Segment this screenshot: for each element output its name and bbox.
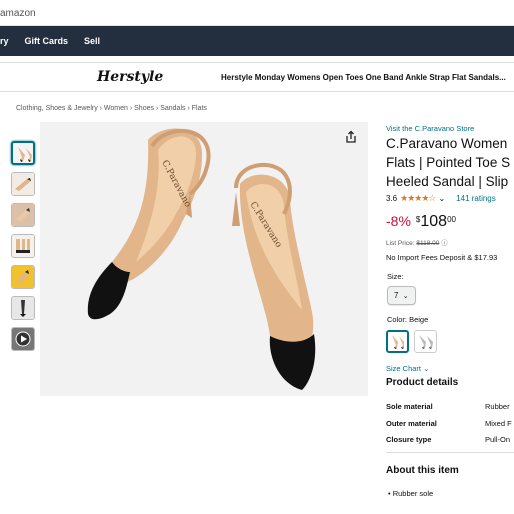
thumbnail-1[interactable] (11, 141, 35, 165)
details-value: Pull-On (485, 435, 511, 444)
price-whole: 108 (420, 213, 448, 230)
thumbnail-4[interactable] (11, 234, 35, 258)
sponsored-brand-strip[interactable]: Herstyle Herstyle Monday Womens Open Toe… (0, 62, 514, 92)
price-fraction: 00 (447, 215, 456, 224)
info-icon[interactable]: ⓘ (441, 240, 448, 247)
list-price-label: List Price: (386, 240, 415, 247)
details-value: Mixed F (485, 418, 512, 428)
list-price: List Price: $118.00 ⓘ (386, 237, 448, 247)
discount-percent: -8% (386, 213, 411, 229)
size-chart-link[interactable]: Size Chart ⌄ (386, 364, 429, 373)
shoe-thumb-icon (12, 235, 34, 257)
details-row: Sole material Rubber (386, 402, 514, 419)
details-key: Outer material (386, 418, 437, 428)
about-bullet-text: Rubber sole (392, 489, 434, 498)
size-label: Size: (387, 272, 404, 281)
product-title: C.Paravano Women Flats | Pointed Toe S H… (386, 134, 514, 191)
product-title-line-3: Heeled Sandal | Slip (386, 174, 509, 189)
video-thumb-icon (12, 328, 34, 350)
thumbnail-6[interactable] (11, 296, 35, 320)
shoe-thumb-icon (12, 204, 34, 226)
nav-item-sell[interactable]: Sell (84, 36, 100, 46)
chevron-down-icon: ⌄ (402, 293, 409, 300)
size-dropdown[interactable]: 7 ⌄ (387, 286, 416, 305)
ratings-count-link[interactable]: 141 ratings (456, 194, 496, 203)
product-details-heading: Product details (386, 377, 459, 388)
share-icon[interactable] (344, 130, 358, 144)
rating-row: 3.6 ★★★★☆ ⌄ 141 ratings (386, 193, 496, 204)
thumbnail-5[interactable] (11, 265, 35, 289)
breadcrumb[interactable]: Clothing, Shoes & Jewelry › Women › Shoe… (16, 105, 207, 112)
about-item-heading: About this item (386, 465, 459, 476)
rating-value: 3.6 (386, 194, 398, 203)
details-row: Outer material Mixed F (386, 419, 514, 436)
list-price-value: $118.00 (416, 240, 440, 247)
star-rating-icon[interactable]: ★★★★☆ (400, 193, 436, 204)
main-product-image[interactable]: C.Paravano C.Paravano (40, 122, 368, 396)
url-strip: amazon (0, 0, 514, 26)
details-key: Sole material (386, 402, 433, 411)
details-row: Closure type Pull-On (386, 435, 514, 452)
import-fees-text[interactable]: No Import Fees Deposit & $17.93 (386, 253, 497, 262)
shoe-swatch-icon (392, 335, 404, 349)
top-navbar: ry Gift Cards Sell (0, 26, 514, 56)
thumbnail-3[interactable] (11, 203, 35, 227)
product-page: amazon ry Gift Cards Sell Herstyle Herst… (0, 0, 514, 514)
chevron-down-icon[interactable]: ⌄ (438, 194, 445, 203)
color-label: Color: Beige (387, 315, 429, 324)
thumbnail-list (11, 141, 37, 358)
nav-item-gift-cards[interactable]: Gift Cards (25, 36, 69, 46)
shoe-thumb-icon (12, 173, 34, 195)
brand-logo[interactable]: Herstyle (97, 69, 163, 85)
url-text: amazon (0, 8, 36, 19)
product-details-table: Sole material Rubber Outer material Mixe… (386, 402, 514, 452)
beige-slingback-pointed-toe-heels-image: C.Paravano C.Paravano (40, 122, 368, 396)
details-value: Rubber (485, 402, 510, 411)
thumbnail-2[interactable] (11, 172, 35, 196)
chevron-down-icon: ⌄ (423, 364, 430, 373)
nav-item-registry[interactable]: ry (0, 36, 9, 46)
size-chart-label: Size Chart (386, 364, 422, 373)
about-bullet: • Rubber sole (388, 489, 434, 498)
price-row: -8% $ 108 00 (386, 213, 456, 231)
shoe-thumb-icon (18, 147, 32, 162)
sponsored-product-title[interactable]: Herstyle Monday Womens Open Toes One Ban… (221, 73, 506, 82)
size-value: 7 (394, 291, 399, 300)
shoe-thumb-icon (12, 266, 34, 288)
shoe-thumb-icon (12, 297, 34, 319)
color-swatch-alternate[interactable] (414, 330, 437, 353)
thumbnail-7-video[interactable] (11, 327, 35, 351)
shoe-swatch-icon (419, 335, 433, 349)
color-swatch-beige[interactable] (386, 330, 409, 353)
store-link[interactable]: Visit the C.Paravano Store (386, 124, 474, 133)
details-key: Closure type (386, 435, 432, 444)
product-title-line-1: C.Paravano Women (386, 136, 508, 151)
product-title-line-2: Flats | Pointed Toe S (386, 155, 511, 170)
section-divider (386, 452, 514, 453)
